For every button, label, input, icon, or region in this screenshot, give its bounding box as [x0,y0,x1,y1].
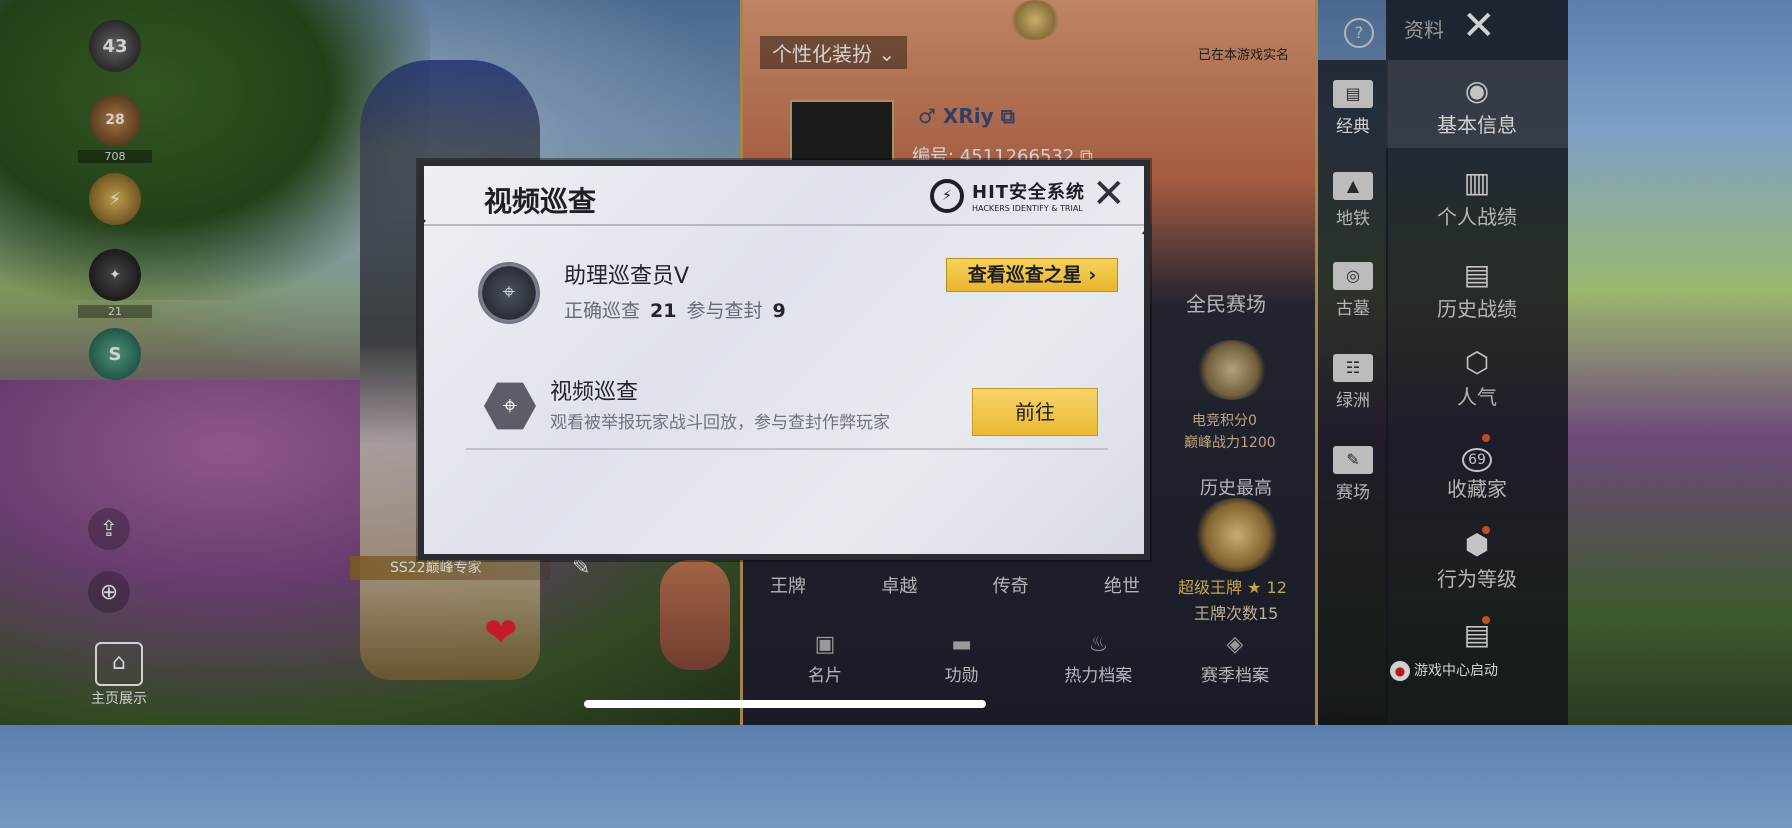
title-divider [424,224,1144,226]
dialog-close-icon[interactable]: ✕ [1092,174,1126,214]
patrol-stats: 正确巡查 21 参与查封 9 [564,296,796,323]
item-divider [466,448,1108,450]
feature-description: 观看被举报玩家战斗回放，参与查封作弊玩家 [550,413,890,433]
patrol-role-name: 助理巡查员V [564,264,690,289]
view-patrol-star-button[interactable]: 查看巡查之星 › [946,258,1118,292]
ban-label: 参与查封 [686,300,763,322]
correct-patrol-value: 21 [650,300,677,322]
ban-value: 9 [772,300,786,322]
go-button[interactable]: 前往 [972,388,1098,436]
hit-logo-icon: ⚡ [930,178,964,213]
hit-logo-subtitle: HACKERS IDENTIFY & TRIAL [972,204,1083,213]
dialog-title: 视频巡查 [484,185,597,218]
view-patrol-star-label: 查看巡查之星 [967,264,1082,286]
hit-logo-title: HIT安全系统 [972,182,1086,203]
hit-security-logo: ⚡ HIT安全系统 HACKERS IDENTIFY & TRIAL [930,178,1085,213]
home-indicator-bar[interactable] [584,700,986,708]
feature-title: 视频巡查 [550,380,639,405]
correct-patrol-label: 正确巡查 [564,300,641,322]
video-patrol-dialog: 视频巡查 ⚡ HIT安全系统 HACKERS IDENTIFY & TRIAL … [416,160,1152,560]
patrol-rank-medal-icon: ⌖ [478,262,540,324]
chevron-right-icon: › [1088,264,1097,286]
